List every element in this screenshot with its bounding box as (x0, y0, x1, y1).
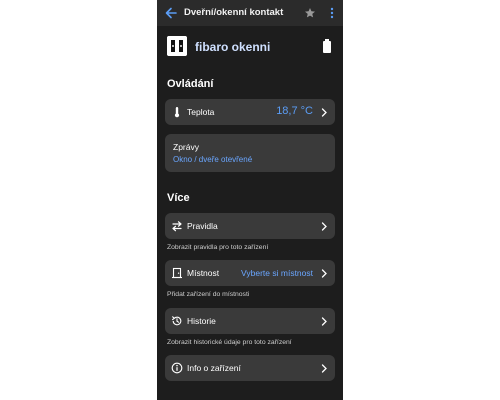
room-hint: Přidat zařízení do místnosti (167, 291, 250, 298)
temperature-row[interactable]: Teplota 18,7 °C (165, 99, 335, 125)
swap-arrows-icon (172, 221, 182, 232)
thermometer-icon (174, 107, 180, 118)
chevron-right-icon (321, 108, 327, 117)
page-title: Dveřní/okenní kontakt (184, 7, 284, 18)
battery-full-icon (323, 39, 331, 53)
history-label: Historie (187, 316, 216, 326)
chevron-right-icon (321, 364, 327, 373)
chevron-right-icon (321, 317, 327, 326)
section-title-control: Ovládání (167, 78, 214, 90)
history-icon (172, 316, 182, 326)
room-row[interactable]: Místnost Vyberte si místnost (165, 260, 335, 286)
messages-value: Okno / dveře otevřené (173, 155, 253, 164)
device-header: fibaro okenni (167, 36, 337, 58)
history-hint: Zobrazit historické údaje pro toto zaříz… (167, 339, 292, 346)
device-name: fibaro okenni (195, 40, 271, 54)
info-icon (171, 362, 183, 374)
room-label: Místnost (187, 268, 220, 278)
rules-hint: Zobrazit pravidla pro toto zařízení (167, 244, 269, 251)
device-info-label: Info o zařízení (187, 363, 241, 373)
phone-screen: Dveřní/okenní kontakt fibaro okenni Ovlá… (157, 0, 343, 400)
star-icon[interactable] (304, 7, 316, 19)
rules-row[interactable]: Pravidla (165, 213, 335, 239)
more-vertical-icon[interactable] (329, 7, 335, 19)
door-icon (172, 267, 182, 279)
messages-card: Zprávy Okno / dveře otevřené (165, 134, 335, 172)
chevron-right-icon (321, 222, 327, 231)
temperature-label: Teplota (187, 107, 215, 117)
arrow-left-icon[interactable] (164, 6, 178, 20)
door-window-sensor-icon (167, 36, 187, 56)
messages-label: Zprávy (173, 142, 199, 152)
temperature-value: 18,7 °C (276, 105, 313, 117)
section-title-more: Více (167, 192, 190, 204)
device-info-row[interactable]: Info o zařízení (165, 355, 335, 381)
chevron-right-icon (321, 269, 327, 278)
app-bar: Dveřní/okenní kontakt (157, 0, 343, 26)
rules-label: Pravidla (187, 221, 218, 231)
room-value[interactable]: Vyberte si místnost (241, 268, 313, 278)
history-row[interactable]: Historie (165, 308, 335, 334)
